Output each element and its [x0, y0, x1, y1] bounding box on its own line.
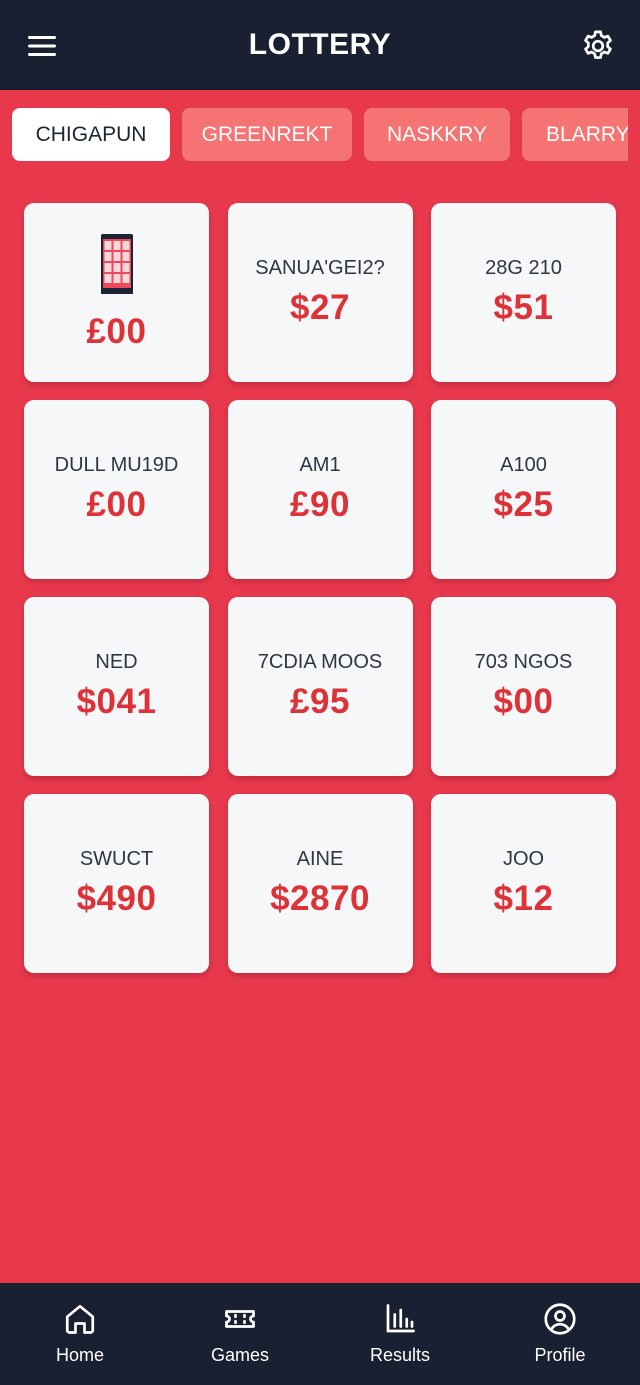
lottery-card[interactable]: 703 NGOS $00 — [431, 597, 616, 776]
card-title: 703 NGOS — [474, 651, 573, 673]
bar-chart-icon — [386, 1304, 415, 1333]
lottery-card[interactable]: 28G 210 $51 — [431, 203, 616, 382]
lottery-card[interactable]: JOO $12 — [431, 794, 616, 973]
nav-item-results[interactable]: Results — [320, 1283, 480, 1385]
card-title: JOO — [502, 848, 545, 870]
card-amount: $27 — [290, 288, 350, 327]
nav-label: Profile — [534, 1345, 586, 1365]
card-title: 28G 210 — [485, 257, 562, 279]
card-title: SANUA'GEI2? — [255, 257, 385, 279]
nav-item-home[interactable]: Home — [0, 1283, 160, 1385]
card-title: A100 — [500, 454, 547, 476]
menu-button[interactable] — [24, 28, 60, 64]
app-header: LOTTERY — [0, 0, 640, 90]
card-amount: $2870 — [270, 879, 370, 918]
lottery-card[interactable]: DULL MU19D £00 — [24, 400, 209, 579]
tab-blarry[interactable]: BLARRY — [522, 108, 628, 161]
gear-icon — [584, 30, 612, 59]
lottery-card[interactable]: AINE $2870 — [227, 794, 413, 973]
nav-label: Games — [210, 1345, 270, 1365]
nav-label: Results — [369, 1345, 431, 1365]
card-title: 7CDIA MOOS — [257, 651, 383, 673]
card-amount: £90 — [290, 485, 350, 524]
lottery-card[interactable]: AM1 £90 — [227, 400, 413, 579]
tab-chigapun[interactable]: CHIGAPUN — [12, 108, 170, 161]
lottery-card[interactable]: 7CDIA MOOS £95 — [227, 597, 413, 776]
card-amount: £00 — [86, 485, 147, 524]
card-amount: $00 — [493, 682, 554, 721]
tab-greenrekt[interactable]: GREENREKT — [182, 108, 352, 161]
page-title: LOTTERY — [248, 28, 392, 61]
card-title: AM1 — [299, 454, 341, 476]
card-title: SWUCT — [79, 848, 154, 870]
settings-button[interactable] — [578, 26, 618, 66]
hamburger-menu-icon — [28, 36, 56, 56]
card-amount: $12 — [493, 879, 554, 918]
tab-naskkry[interactable]: NASKKRY — [364, 108, 510, 161]
nav-label: Home — [55, 1345, 104, 1365]
lottery-grid: £00 SANUA'GEI2? $27 28G 210 $51 DULL MU1… — [24, 203, 616, 973]
category-tabs: CHIGAPUN GREENREKT NASKKRY BLARRY — [12, 108, 628, 162]
card-amount: $490 — [76, 879, 157, 918]
card-title: NED — [95, 651, 138, 673]
lottery-card[interactable]: £00 — [24, 203, 209, 382]
card-amount: $25 — [493, 485, 554, 524]
lottery-card[interactable]: SANUA'GEI2? $27 — [227, 203, 413, 382]
app-thumbnail-icon — [100, 233, 133, 294]
lottery-card[interactable]: NED $041 — [24, 597, 209, 776]
nav-item-games[interactable]: Games — [160, 1283, 320, 1385]
nav-item-profile[interactable]: Profile — [480, 1283, 640, 1385]
ticket-icon — [225, 1310, 255, 1328]
card-amount: £00 — [86, 311, 147, 351]
card-amount: $041 — [76, 682, 157, 721]
card-amount: $51 — [493, 288, 554, 327]
lottery-card[interactable]: SWUCT $490 — [24, 794, 209, 973]
card-title: DULL MU19D — [54, 454, 179, 476]
lottery-card[interactable]: A100 $25 — [431, 400, 616, 579]
card-title: AINE — [296, 848, 344, 870]
bottom-nav: Home Games Results Profile — [0, 1283, 640, 1385]
user-circle-icon — [544, 1303, 576, 1335]
card-amount: £95 — [290, 682, 350, 721]
home-icon — [65, 1304, 95, 1334]
